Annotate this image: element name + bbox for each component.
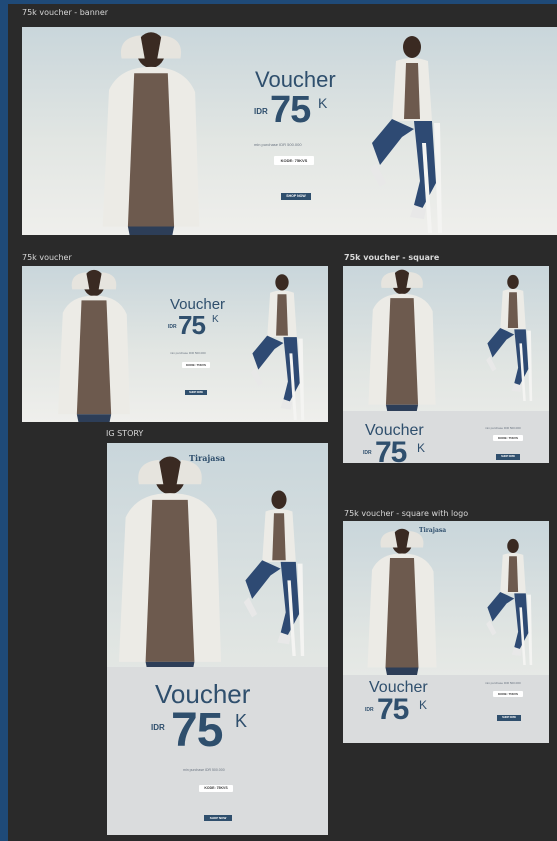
frame-label-voucher[interactable]: 75k voucher bbox=[22, 253, 72, 263]
frame-label-banner[interactable]: 75k voucher - banner bbox=[22, 8, 108, 18]
shop-now-button[interactable]: SHOP NOW bbox=[497, 715, 521, 721]
voucher-code-box: KODE: 75KVS bbox=[182, 362, 210, 368]
currency-text: IDR bbox=[363, 450, 372, 456]
frame-square[interactable]: Voucher IDR 75 K min purchase IDR 500.00… bbox=[343, 266, 549, 463]
fine-print-text: min purchase IDR 500.000 bbox=[254, 142, 302, 147]
fine-print-text: min purchase IDR 500.000 bbox=[170, 351, 206, 355]
shop-now-button[interactable]: SHOP NOW bbox=[185, 390, 207, 395]
model-standing-photo bbox=[481, 272, 545, 402]
currency-text: IDR bbox=[254, 107, 268, 116]
model-standing-photo bbox=[242, 272, 322, 420]
amount-text: 75 bbox=[178, 310, 206, 340]
frame-square-with-logo[interactable]: Tirajasa Voucher IDR 75 K min purchase I… bbox=[343, 521, 549, 743]
frame-label-story[interactable]: IG STORY bbox=[106, 429, 143, 439]
currency-text: IDR bbox=[168, 324, 177, 330]
frame-ig-story[interactable]: Tirajasa Voucher IDR 75 K min purchase I… bbox=[107, 443, 328, 835]
voucher-code-box: KODE: 75KVS bbox=[493, 435, 523, 441]
voucher-code-box: KODE: 75KVS bbox=[274, 156, 314, 165]
currency-text: IDR bbox=[365, 707, 374, 713]
design-canvas: 75k voucher - banner Voucher IDR 75 K mi… bbox=[8, 4, 557, 841]
amount-suffix-text: K bbox=[318, 95, 328, 111]
model-seated-photo bbox=[56, 27, 246, 235]
voucher-code-box: KODE: 75KVS bbox=[199, 785, 233, 792]
fine-print-text: min purchase IDR 500.000 bbox=[485, 681, 521, 685]
model-standing-photo bbox=[237, 483, 321, 661]
model-standing-photo bbox=[481, 535, 545, 667]
frame-label-square[interactable]: 75k voucher - square bbox=[344, 253, 439, 263]
model-seated-photo bbox=[107, 451, 233, 673]
fine-print-text: min purchase IDR 500.000 bbox=[485, 426, 521, 430]
shop-now-button[interactable]: SHOP NOW bbox=[281, 193, 311, 200]
frame-banner[interactable]: Voucher IDR 75 K min purchase IDR 500.00… bbox=[22, 27, 557, 235]
amount-text: 75 bbox=[375, 436, 407, 463]
frame-voucher[interactable]: Voucher IDR 75 K min purchase IDR 500.00… bbox=[22, 266, 328, 422]
frame-label-square-logo[interactable]: 75k voucher - square with logo bbox=[344, 509, 468, 519]
amount-suffix-text: K bbox=[417, 441, 426, 455]
amount-suffix-text: K bbox=[212, 314, 219, 325]
voucher-code-box: KODE: 75KVS bbox=[493, 691, 523, 697]
model-standing-photo bbox=[352, 33, 472, 233]
model-seated-photo bbox=[24, 266, 164, 422]
amount-text: 75 bbox=[171, 704, 223, 757]
amount-text: 75 bbox=[377, 693, 409, 726]
shop-now-button[interactable]: SHOP NOW bbox=[204, 815, 232, 821]
model-seated-photo bbox=[343, 266, 461, 412]
fine-print-text: min purchase IDR 500.000 bbox=[183, 768, 225, 772]
amount-text: 75 bbox=[270, 89, 311, 131]
amount-suffix-text: K bbox=[419, 698, 428, 712]
model-seated-photo bbox=[343, 525, 461, 675]
amount-suffix-text: K bbox=[235, 711, 248, 731]
shop-now-button[interactable]: SHOP NOW bbox=[496, 454, 520, 460]
currency-text: IDR bbox=[151, 723, 165, 732]
